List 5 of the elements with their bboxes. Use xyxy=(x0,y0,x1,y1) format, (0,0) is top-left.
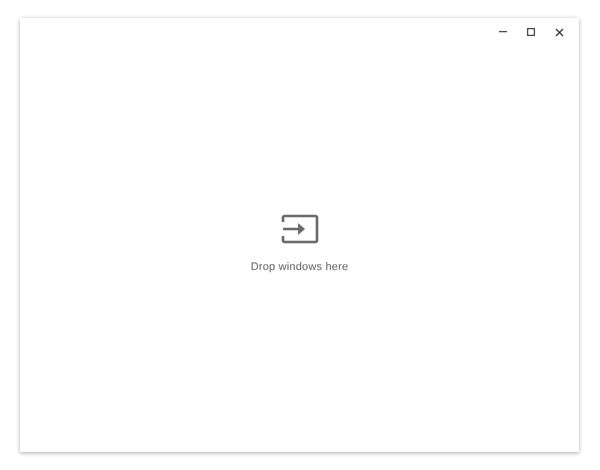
maximize-icon xyxy=(527,28,535,36)
minimize-icon xyxy=(499,31,507,33)
close-icon xyxy=(554,28,564,36)
drop-window-icon xyxy=(280,213,320,245)
drop-message: Drop windows here xyxy=(250,260,348,275)
